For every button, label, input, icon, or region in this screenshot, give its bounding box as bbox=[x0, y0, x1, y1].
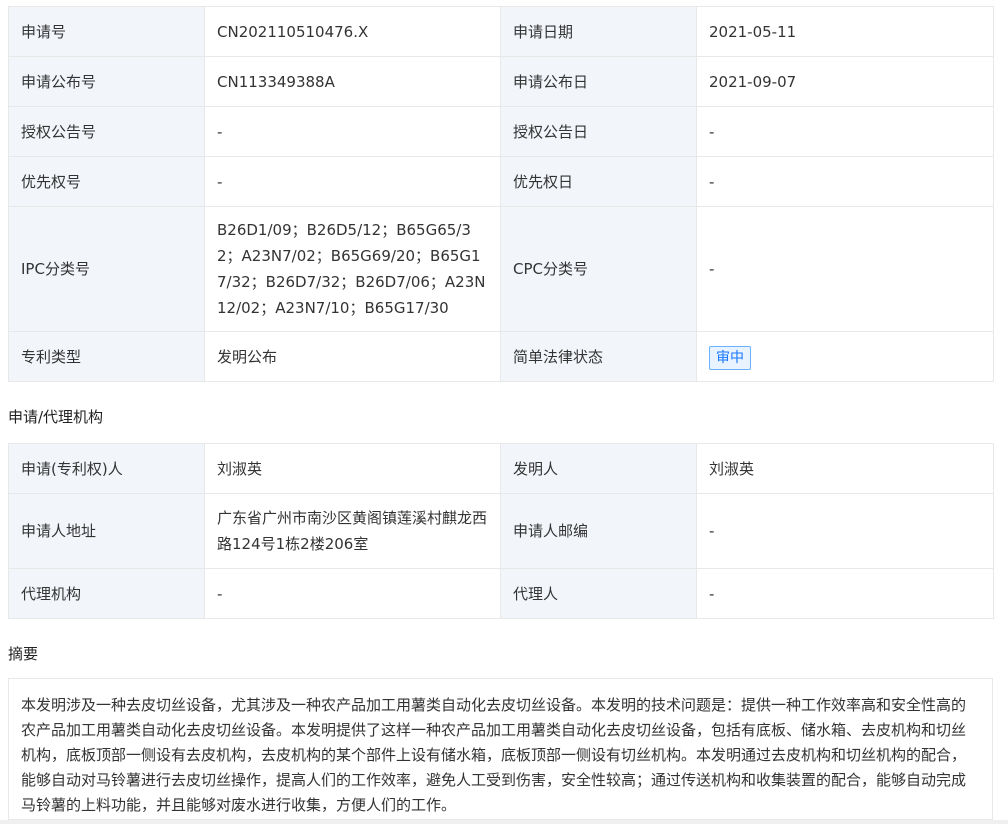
value-priority-number: - bbox=[204, 156, 501, 207]
table-row: 专利类型 发明公布 简单法律状态 审中 bbox=[8, 331, 994, 382]
label-applicant: 申请(专利权)人 bbox=[8, 443, 205, 494]
value-applicant-postcode: - bbox=[696, 493, 994, 569]
basic-info-table: 申请号 CN202110510476.X 申请日期 2021-05-11 申请公… bbox=[8, 6, 994, 382]
label-grant-number: 授权公告号 bbox=[8, 106, 205, 157]
label-cpc: CPC分类号 bbox=[500, 206, 697, 332]
table-row: 申请号 CN202110510476.X 申请日期 2021-05-11 bbox=[8, 6, 994, 57]
value-cpc: - bbox=[696, 206, 994, 332]
value-agent: - bbox=[696, 568, 994, 619]
value-application-number: CN202110510476.X bbox=[204, 6, 501, 57]
table-row: 代理机构 - 代理人 - bbox=[8, 568, 994, 619]
label-agency: 代理机构 bbox=[8, 568, 205, 619]
value-ipc: B26D1/09；B26D5/12；B65G65/32；A23N7/02；B65… bbox=[204, 206, 501, 332]
label-inventor: 发明人 bbox=[500, 443, 697, 494]
agency-section-title: 申请/代理机构 bbox=[8, 408, 104, 426]
table-row: 申请人地址 广东省广州市南沙区黄阁镇莲溪村麒龙西路124号1栋2楼206室 申请… bbox=[8, 493, 994, 569]
label-priority-number: 优先权号 bbox=[8, 156, 205, 207]
value-priority-date: - bbox=[696, 156, 994, 207]
value-inventor: 刘淑英 bbox=[696, 443, 994, 494]
abstract-section-title: 摘要 bbox=[8, 645, 39, 663]
value-publication-date: 2021-09-07 bbox=[696, 56, 994, 107]
label-grant-date: 授权公告日 bbox=[500, 106, 697, 157]
table-row: 申请(专利权)人 刘淑英 发明人 刘淑英 bbox=[8, 443, 994, 494]
table-row: 授权公告号 - 授权公告日 - bbox=[8, 106, 994, 157]
label-agent: 代理人 bbox=[500, 568, 697, 619]
label-priority-date: 优先权日 bbox=[500, 156, 697, 207]
value-applicant: 刘淑英 bbox=[204, 443, 501, 494]
label-applicant-postcode: 申请人邮编 bbox=[500, 493, 697, 569]
label-legal-status: 简单法律状态 bbox=[500, 331, 697, 382]
label-publication-date: 申请公布日 bbox=[500, 56, 697, 107]
label-application-number: 申请号 bbox=[8, 6, 205, 57]
value-publication-number: CN113349388A bbox=[204, 56, 501, 107]
value-patent-type: 发明公布 bbox=[204, 331, 501, 382]
legal-status-badge: 审中 bbox=[709, 345, 751, 370]
table-row: IPC分类号 B26D1/09；B26D5/12；B65G65/32；A23N7… bbox=[8, 206, 994, 332]
label-application-date: 申请日期 bbox=[500, 6, 697, 57]
abstract-text: 本发明涉及一种去皮切丝设备，尤其涉及一种农产品加工用薯类自动化去皮切丝设备。本发… bbox=[8, 678, 993, 820]
value-application-date: 2021-05-11 bbox=[696, 6, 994, 57]
label-applicant-address: 申请人地址 bbox=[8, 493, 205, 569]
value-grant-number: - bbox=[204, 106, 501, 157]
value-legal-status-cell: 审中 bbox=[696, 331, 994, 382]
value-applicant-address: 广东省广州市南沙区黄阁镇莲溪村麒龙西路124号1栋2楼206室 bbox=[204, 493, 501, 569]
value-grant-date: - bbox=[696, 106, 994, 157]
table-row: 申请公布号 CN113349388A 申请公布日 2021-09-07 bbox=[8, 56, 994, 107]
value-agency: - bbox=[204, 568, 501, 619]
table-row: 优先权号 - 优先权日 - bbox=[8, 156, 994, 207]
horizontal-scrollbar[interactable] bbox=[0, 820, 1008, 824]
agency-table: 申请(专利权)人 刘淑英 发明人 刘淑英 申请人地址 广东省广州市南沙区黄阁镇莲… bbox=[8, 443, 994, 619]
label-publication-number: 申请公布号 bbox=[8, 56, 205, 107]
label-patent-type: 专利类型 bbox=[8, 331, 205, 382]
label-ipc: IPC分类号 bbox=[8, 206, 205, 332]
